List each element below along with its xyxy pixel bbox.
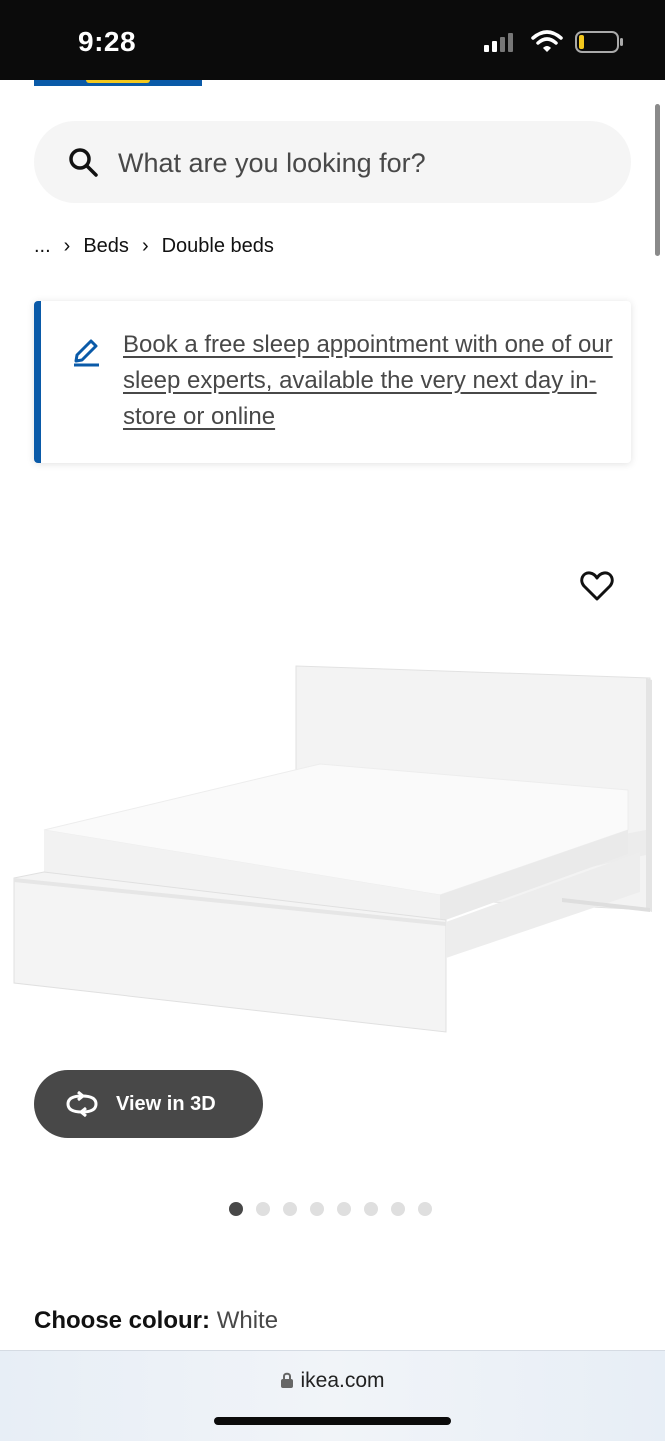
view-in-3d-label: View in 3D [116,1092,216,1115]
pencil-icon [74,339,99,367]
signal-icon [484,33,514,52]
home-indicator[interactable] [214,1417,451,1425]
carousel-dot[interactable] [364,1202,378,1216]
url-display[interactable]: ikea.com [0,1369,665,1393]
sleep-appointment-banner: Book a free sleep appointment with one o… [34,301,631,463]
sleep-appointment-link[interactable]: Book a free sleep appointment with one o… [123,327,613,435]
search-bar[interactable] [34,121,631,203]
url-text: ikea.com [300,1369,385,1392]
breadcrumb-item-beds[interactable]: Beds [83,235,129,258]
wifi-icon [530,30,563,52]
chevron-right-icon: › [141,234,149,257]
carousel-dot[interactable] [337,1202,351,1216]
carousel-dot[interactable] [283,1202,297,1216]
carousel-dot[interactable] [256,1202,270,1216]
status-icons [484,30,625,60]
battery-icon [575,31,623,53]
breadcrumb-ellipsis[interactable]: ... [34,235,51,258]
scrollbar[interactable] [655,104,660,256]
search-input[interactable] [116,139,600,187]
status-time: 9:28 [78,26,137,57]
status-bar: 9:28 [0,0,665,80]
image-carousel-dots [229,1202,432,1216]
heart-icon[interactable] [580,570,614,602]
ikea-logo-fragment[interactable] [34,80,202,86]
carousel-dot[interactable] [310,1202,324,1216]
colour-label: Choose colour: [34,1307,211,1334]
browser-address-bar: ikea.com [0,1350,665,1441]
lock-icon [281,1372,294,1388]
carousel-dot[interactable] [418,1202,432,1216]
rotate-3d-icon [66,1091,98,1117]
breadcrumb-item-double-beds[interactable]: Double beds [162,235,274,258]
product-image[interactable] [0,640,665,1060]
chevron-right-icon: › [63,234,71,257]
breadcrumb: ... › Beds › Double beds [34,232,274,260]
carousel-dot[interactable] [391,1202,405,1216]
carousel-dot[interactable] [229,1202,243,1216]
colour-selector[interactable]: Choose colour: White [34,1307,278,1335]
colour-value: White [216,1307,279,1334]
view-in-3d-button[interactable]: View in 3D [34,1070,263,1138]
search-icon [69,148,98,177]
